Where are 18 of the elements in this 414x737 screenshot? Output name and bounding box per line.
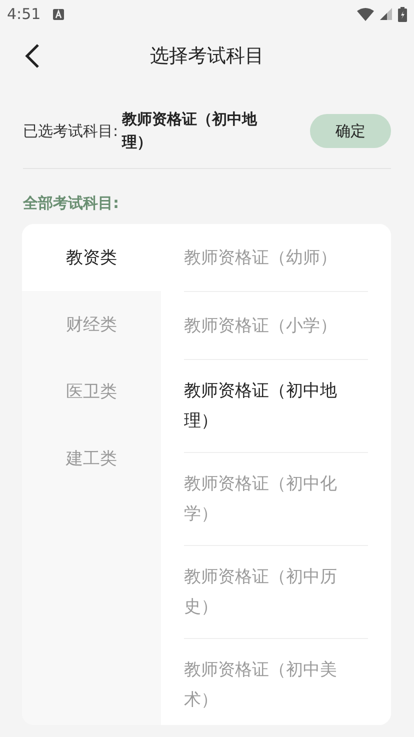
status-time: 4:51 [7, 5, 41, 23]
subject-item[interactable]: 教师资格证（初中地理） [184, 376, 354, 436]
subject-item[interactable]: 教师资格证（初中美术） [184, 655, 354, 715]
category-tab[interactable]: 教资类 [22, 224, 161, 291]
subject-item[interactable]: 教师资格证（幼师） [184, 242, 354, 272]
notification-icon [52, 8, 64, 20]
subject-item[interactable]: 教师资格证（小学） [184, 310, 354, 340]
page-title: 选择考试科目 [150, 44, 264, 69]
section-title: 全部考试科目: [22, 193, 120, 214]
back-icon[interactable] [24, 43, 40, 69]
signal-icon [380, 8, 392, 20]
selected-subject: 教师资格证（初中地理） [122, 109, 258, 153]
subject-item[interactable]: 教师资格证（初中化学） [184, 469, 354, 529]
selected-label: 已选考试科目: [23, 122, 118, 140]
subject-item[interactable]: 教师资格证（初中历史） [184, 562, 354, 622]
confirm-button[interactable]: 确定 [310, 114, 391, 148]
wifi-icon [357, 8, 374, 20]
battery-icon [398, 6, 407, 22]
